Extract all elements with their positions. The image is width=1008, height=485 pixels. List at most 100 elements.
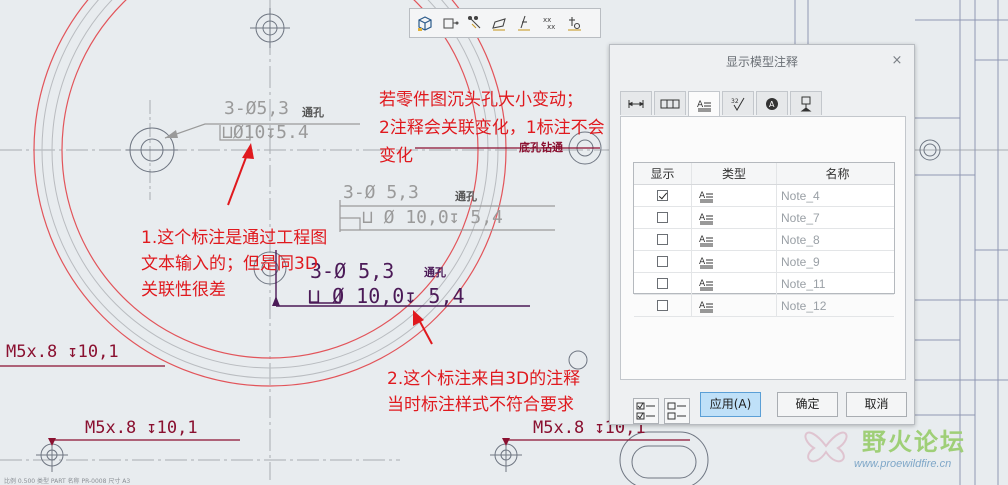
- symbol-tab-icon: A: [766, 97, 778, 110]
- thread-note-2[interactable]: M5x.8 ↧10,1: [85, 418, 198, 438]
- annotation-toolbar: xx xx: [409, 8, 601, 38]
- dimension-icon[interactable]: [464, 12, 486, 34]
- type-cell: A: [692, 251, 777, 272]
- type-cell: A: [692, 207, 777, 228]
- show-model-annotations-dialog: 显示模型注释 × A 32 A 显示 类型 名称 A Note_4 A Note_7 A…: [609, 44, 915, 425]
- select-all-button[interactable]: [633, 398, 659, 424]
- show-checkbox-cell[interactable]: [634, 207, 692, 228]
- geometric-tolerance-icon[interactable]: [489, 12, 511, 34]
- note-icon: A: [699, 301, 713, 312]
- type-cell: A: [692, 229, 777, 250]
- show-checkbox-cell[interactable]: [634, 229, 692, 250]
- column-name[interactable]: 名称: [777, 163, 894, 184]
- note-icon: A: [699, 191, 713, 202]
- annotation-top-line3: 变化: [379, 146, 413, 166]
- name-cell: Note_12: [781, 298, 827, 313]
- tab-notes[interactable]: A: [688, 91, 720, 117]
- table-row[interactable]: A Note_11: [634, 273, 894, 295]
- show-checkbox[interactable]: [657, 212, 668, 223]
- note-icon: A: [699, 213, 713, 224]
- show-checkbox[interactable]: [657, 190, 668, 201]
- status-bar: 比例 0.500 类型 PART 名称 PR-0008 尺寸 A3: [4, 478, 131, 485]
- deselect-all-button[interactable]: [664, 398, 690, 424]
- dim-grey-2-top[interactable]: 3-Ø 5,3: [343, 182, 419, 203]
- table-row[interactable]: A Note_12: [634, 295, 894, 317]
- show-checkbox-cell[interactable]: [634, 251, 692, 272]
- dim-purple-bottom[interactable]: ⊔ Ø 10,0↧ 5,4: [308, 284, 465, 308]
- note-icon: A: [699, 235, 713, 246]
- svg-text:xx: xx: [547, 23, 555, 31]
- dim-purple-through: 通孔: [424, 266, 446, 279]
- annotations-panel: 显示 类型 名称 A Note_4 A Note_7 A Note_8 A Note_9 A No…: [620, 116, 906, 424]
- svg-text:A: A: [769, 100, 775, 109]
- gtol-tab-icon: [660, 99, 680, 108]
- deselect-all-icon: [667, 402, 686, 420]
- annotation-left-line2: 文本输入的；但是同3D: [141, 254, 318, 274]
- note-tab-icon: A: [697, 100, 711, 111]
- tab-dimensions[interactable]: [620, 91, 652, 115]
- table-row[interactable]: A Note_4: [634, 185, 894, 207]
- name-cell: Note_7: [781, 210, 820, 225]
- cube-icon[interactable]: [414, 12, 436, 34]
- tab-geometric-tolerances[interactable]: [654, 91, 686, 115]
- show-checkbox-cell[interactable]: [634, 273, 692, 294]
- watermark-name: 野火论坛: [862, 428, 966, 456]
- show-checkbox-cell[interactable]: [634, 295, 692, 316]
- name-cell: Note_9: [781, 254, 820, 269]
- tab-surface-finish[interactable]: 32: [722, 91, 754, 115]
- select-all-icon: [636, 402, 655, 420]
- annotation-top-line2: 2注释会关联变化，1标注不会: [379, 118, 605, 138]
- name-cell: Note_8: [781, 232, 820, 247]
- dim-grey-2-through: 通孔: [455, 190, 477, 203]
- table-row[interactable]: A Note_8: [634, 229, 894, 251]
- name-cell: Note_4: [781, 188, 820, 203]
- tab-symbols[interactable]: A: [756, 91, 788, 115]
- cancel-button[interactable]: 取消: [846, 392, 907, 417]
- annotation-top-line1: 若零件图沉头孔大小变动；: [379, 90, 583, 110]
- dim-purple-top[interactable]: 3-Ø 5,3: [310, 259, 394, 283]
- type-cell: A: [692, 273, 777, 294]
- dim-grey-2-bottom[interactable]: ⊔ Ø 10,0↧ 5,4: [362, 207, 503, 228]
- svg-text:32: 32: [731, 98, 739, 105]
- thread-note-1[interactable]: M5x.8 ↧10,1: [6, 342, 119, 362]
- show-checkbox[interactable]: [657, 278, 668, 289]
- type-cell: A: [692, 185, 777, 206]
- table-row[interactable]: A Note_7: [634, 207, 894, 229]
- annotation-bottom-line1: 2.这个标注来自3D的注释: [387, 369, 581, 389]
- annotation-left-line1: 1.这个标注是通过工程图: [141, 228, 328, 248]
- annotation-left-line3: 关联性很差: [141, 280, 226, 300]
- apply-button[interactable]: 应用(A): [700, 392, 761, 417]
- ok-button[interactable]: 确定: [777, 392, 838, 417]
- show-checkbox[interactable]: [657, 234, 668, 245]
- table-row[interactable]: A Note_9: [634, 251, 894, 273]
- dim-grey-1-through: 通孔: [302, 106, 324, 119]
- name-cell: Note_11: [781, 276, 826, 291]
- show-checkbox[interactable]: [657, 300, 668, 311]
- datum-tab-icon: [800, 96, 812, 111]
- tab-datums[interactable]: [790, 91, 822, 115]
- butterfly-logo-icon: [804, 431, 848, 463]
- surface-finish-icon[interactable]: [514, 12, 536, 34]
- note-icon[interactable]: [564, 12, 586, 34]
- dim-grey-1-top[interactable]: 3-Ø5,3: [224, 98, 289, 119]
- watermark-url: www.proewildfire.cn: [854, 458, 952, 470]
- annotation-bottom-line2: 当时标注样式不符合要求: [387, 395, 574, 415]
- close-button[interactable]: ×: [890, 54, 904, 68]
- column-show[interactable]: 显示: [634, 163, 692, 184]
- column-type[interactable]: 类型: [692, 163, 777, 184]
- show-checkbox[interactable]: [657, 256, 668, 267]
- dialog-title: 显示模型注释: [725, 55, 798, 69]
- type-cell: A: [692, 295, 777, 316]
- note-icon: A: [699, 257, 713, 268]
- surface-finish-tab-icon: 32: [731, 97, 745, 111]
- dimension-tab-icon: [628, 99, 644, 108]
- show-axes-icon[interactable]: [439, 12, 461, 34]
- show-checkbox-cell[interactable]: [634, 185, 692, 206]
- forum-watermark: 野火论坛 www.proewildfire.cn: [796, 418, 996, 478]
- annotations-table: 显示 类型 名称 A Note_4 A Note_7 A Note_8 A Note_9 A No…: [633, 162, 895, 317]
- dim-grey-1-bottom[interactable]: ⊔Ø10↧5.4: [222, 122, 309, 143]
- datum-icon[interactable]: xx xx: [539, 12, 561, 34]
- chamfer-note[interactable]: 底孔钻通: [519, 139, 563, 155]
- note-icon: A: [699, 279, 713, 290]
- table-header: 显示 类型 名称: [634, 163, 894, 185]
